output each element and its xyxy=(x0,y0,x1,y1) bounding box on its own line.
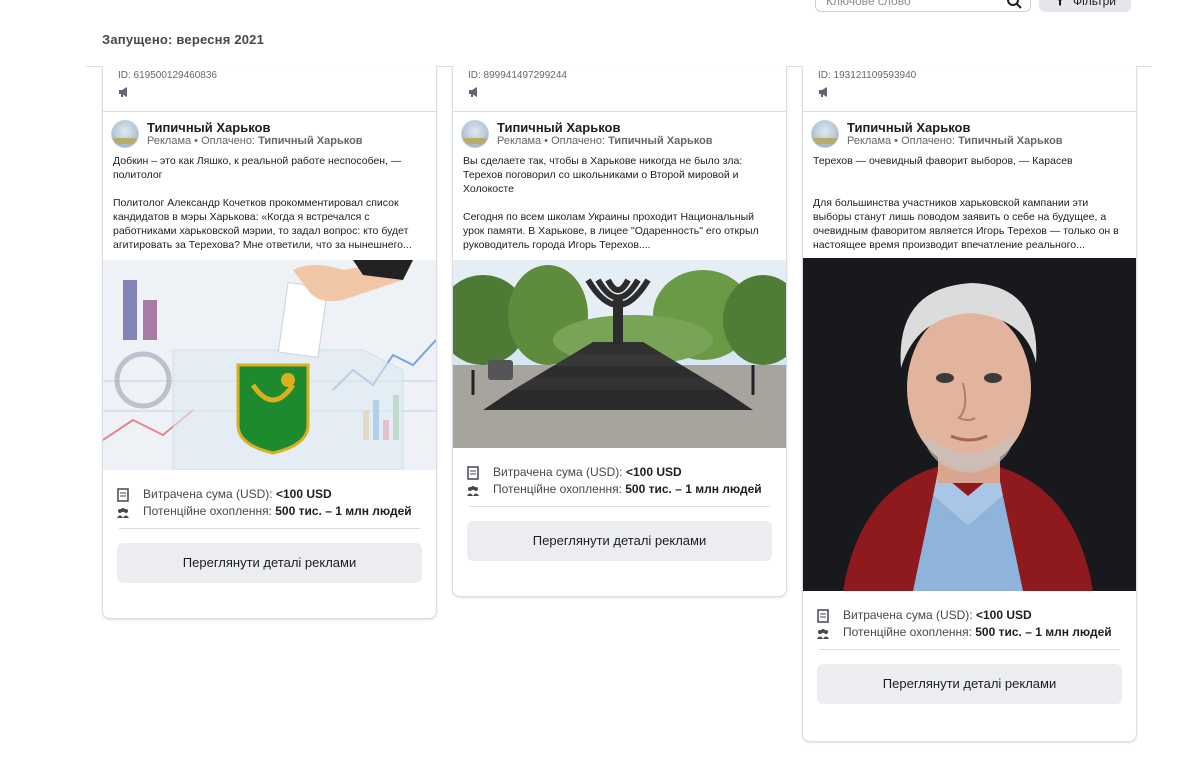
payer-name: Типичный Харьков xyxy=(258,135,363,147)
ad-stats: Витрачена сума (USD): <100 USD Потенційн… xyxy=(803,591,1136,641)
card-divider xyxy=(119,528,420,529)
megaphone-icon xyxy=(469,87,477,97)
sponsored-prefix: Реклама • Оплачено: xyxy=(847,135,959,147)
filter-button[interactable]: Фільтри xyxy=(1039,0,1131,12)
ad-text: Политолог Александр Кочетков прокомменти… xyxy=(113,197,412,251)
ad-body: Вы сделаете так, чтобы в Харькове никогд… xyxy=(453,152,786,252)
menorah-monument-image[interactable] xyxy=(453,260,786,448)
receipt-icon xyxy=(817,609,829,623)
page-avatar[interactable] xyxy=(811,120,839,148)
view-ad-details-button[interactable]: Переглянути деталі реклами xyxy=(467,521,772,561)
filter-button-label: Фільтри xyxy=(1073,0,1116,8)
ad-id: ID: 619500129460836 xyxy=(118,70,217,81)
ad-id: ID: 193121109593940 xyxy=(818,70,917,81)
page-name[interactable]: Типичный Харьков xyxy=(147,120,271,135)
spend-value: <100 USD xyxy=(625,465,682,479)
ballot-box-coat-of-arms-image[interactable] xyxy=(103,260,436,470)
ad-text: Для большинства участников харьковской к… xyxy=(813,197,1119,251)
sponsored-prefix: Реклама • Оплачено: xyxy=(497,135,609,147)
view-ad-details-button[interactable]: Переглянути деталі реклами xyxy=(117,543,422,583)
launched-date-heading: Запущено: вересня 2021 xyxy=(102,32,265,47)
spend-label: Витрачена сума (USD): xyxy=(843,608,976,622)
page-name[interactable]: Типичный Харьков xyxy=(497,120,621,135)
megaphone-icon xyxy=(119,87,127,97)
ad-stats: Витрачена сума (USD): <100 USD Потенційн… xyxy=(453,448,786,498)
reach-value: 500 тис. – 1 млн людей xyxy=(625,482,762,496)
sponsored-line: Реклама • Оплачено: Типичный Харьков xyxy=(847,135,1063,147)
card-divider xyxy=(469,506,770,507)
payer-name: Типичный Харьков xyxy=(608,135,713,147)
receipt-icon xyxy=(467,466,479,480)
reach-value: 500 тис. – 1 млн людей xyxy=(275,504,412,518)
sponsored-prefix: Реклама • Оплачено: xyxy=(147,135,259,147)
reach-label: Потенційне охоплення: xyxy=(143,504,276,518)
payer-name: Типичный Харьков xyxy=(958,135,1063,147)
people-icon xyxy=(467,486,479,496)
megaphone-icon xyxy=(819,87,827,97)
search-input[interactable]: Ключове слово xyxy=(815,0,1031,12)
sponsored-line: Реклама • Оплачено: Типичный Харьков xyxy=(147,135,363,147)
portrait-photo-image[interactable] xyxy=(803,258,1136,591)
filter-icon xyxy=(1058,0,1062,6)
ad-body: Терехов — очевидный фаворит выборов, — К… xyxy=(803,152,1136,252)
ad-headline: Терехов — очевидный фаворит выборов, — К… xyxy=(813,155,1073,167)
ad-text: Сегодня по всем школам Украины проходит … xyxy=(463,211,759,251)
ad-headline: Добкин – это как Ляшко, к реальной работ… xyxy=(113,155,402,181)
reach-value: 500 тис. – 1 млн людей xyxy=(975,625,1112,639)
reach-label: Потенційне охоплення: xyxy=(843,625,976,639)
sponsored-line: Реклама • Оплачено: Типичный Харьков xyxy=(497,135,713,147)
receipt-icon xyxy=(117,488,129,502)
spend-label: Витрачена сума (USD): xyxy=(143,487,276,501)
ad-card: ID: 619500129460836 Типичный Харьков Рек… xyxy=(102,66,437,619)
ad-body: Добкин – это как Ляшко, к реальной работ… xyxy=(103,152,436,252)
page-avatar[interactable] xyxy=(461,120,489,148)
spend-value: <100 USD xyxy=(275,487,332,501)
people-icon xyxy=(117,508,129,518)
ad-card: ID: 193121109593940 Типичный Харьков Рек… xyxy=(802,66,1137,742)
people-icon xyxy=(817,629,829,639)
ad-id: ID: 899941497299244 xyxy=(468,70,567,81)
view-ad-details-button[interactable]: Переглянути деталі реклами xyxy=(817,664,1122,704)
page-avatar[interactable] xyxy=(111,120,139,148)
page-name[interactable]: Типичный Харьков xyxy=(847,120,971,135)
card-divider xyxy=(819,649,1120,650)
ad-headline: Вы сделаете так, чтобы в Харькове никогд… xyxy=(463,155,743,195)
ad-stats: Витрачена сума (USD): <100 USD Потенційн… xyxy=(103,470,436,520)
spend-label: Витрачена сума (USD): xyxy=(493,465,626,479)
ad-card: ID: 899941497299244 Типичный Харьков Рек… xyxy=(452,66,787,597)
reach-label: Потенційне охоплення: xyxy=(493,482,626,496)
search-icon xyxy=(1007,0,1022,9)
search-placeholder: Ключове слово xyxy=(826,0,911,8)
spend-value: <100 USD xyxy=(975,608,1032,622)
